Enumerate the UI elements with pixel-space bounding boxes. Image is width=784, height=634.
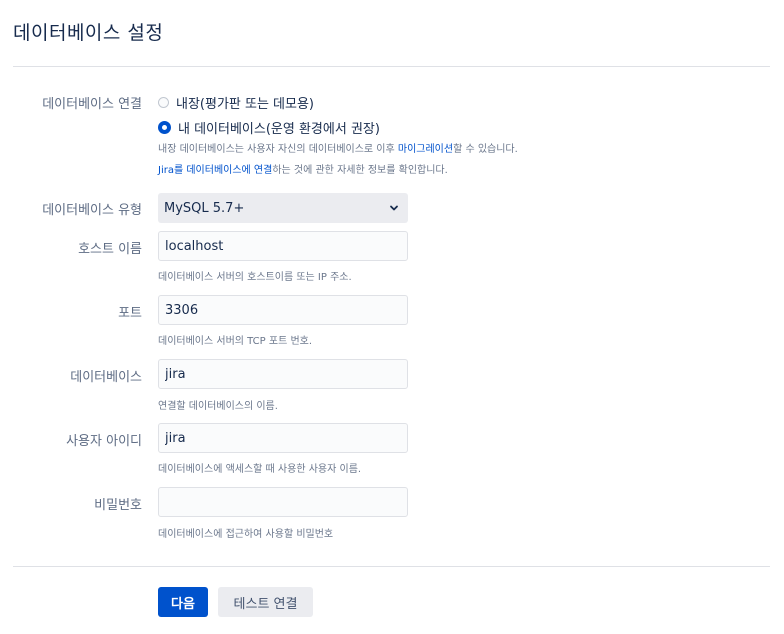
radio-builtin-label: 내장(평가판 또는 데모용)	[176, 97, 315, 112]
radio-own-database[interactable]: 내 데이터베이스(운영 환경에서 권장)	[158, 118, 380, 137]
port-help: 데이터베이스 서버의 TCP 포트 번호.	[158, 336, 313, 347]
password-help: 데이터베이스에 접근하여 사용할 비밀번호	[158, 529, 334, 540]
database-help: 연결할 데이터베이스의 이름.	[158, 401, 278, 412]
port-input[interactable]	[158, 295, 408, 325]
username-input[interactable]	[158, 423, 408, 453]
host-help: 데이터베이스 서버의 호스트이름 또는 IP 주소.	[158, 272, 352, 283]
host-label: 호스트 이름	[78, 242, 142, 257]
password-label: 비밀번호	[94, 498, 142, 513]
host-input[interactable]	[158, 231, 408, 261]
radio-builtin-indicator[interactable]	[158, 97, 169, 108]
radio-own-database-indicator[interactable]	[158, 121, 171, 134]
page-title: 데이터베이스 설정	[13, 22, 164, 44]
port-label: 포트	[118, 306, 142, 321]
db-type-select[interactable]: MySQL 5.7+	[158, 193, 408, 223]
connection-help-line-2: Jira를 데이터베이스에 연결하는 것에 관한 자세한 정보를 확인합니다.	[158, 161, 448, 176]
connection-help-text: 내장 데이터베이스는 사용자 자신의 데이터베이스로 이후	[158, 144, 398, 155]
radio-builtin[interactable]: 내장(평가판 또는 데모용)	[158, 93, 314, 112]
connect-jira-database-link[interactable]: Jira를 데이터베이스에 연결	[158, 165, 272, 176]
password-input[interactable]	[158, 487, 408, 517]
connection-help-text-2: 하는 것에 관한 자세한 정보를 확인합니다.	[272, 165, 448, 176]
footer-divider	[13, 566, 770, 567]
database-label: 데이터베이스	[70, 370, 142, 385]
username-label: 사용자 아이디	[66, 434, 142, 449]
connection-help-text-end: 할 수 있습니다.	[453, 144, 518, 155]
test-connection-button[interactable]: 테스트 연결	[218, 587, 313, 617]
username-help: 데이터베이스에 액세스할 때 사용한 사용자 이름.	[158, 464, 362, 475]
header-divider	[13, 66, 770, 67]
next-button[interactable]: 다음	[158, 587, 208, 617]
database-input[interactable]	[158, 359, 408, 389]
db-type-label: 데이터베이스 유형	[42, 203, 142, 218]
migration-link[interactable]: 마이그레이션	[398, 144, 453, 155]
chevron-down-icon	[389, 202, 399, 217]
radio-own-database-label: 내 데이터베이스(운영 환경에서 권장)	[178, 122, 380, 137]
db-type-value: MySQL 5.7+	[164, 200, 245, 216]
connection-help-line-1: 내장 데이터베이스는 사용자 자신의 데이터베이스로 이후 마이그레이션할 수 …	[158, 140, 518, 155]
connection-label: 데이터베이스 연결	[42, 97, 142, 112]
